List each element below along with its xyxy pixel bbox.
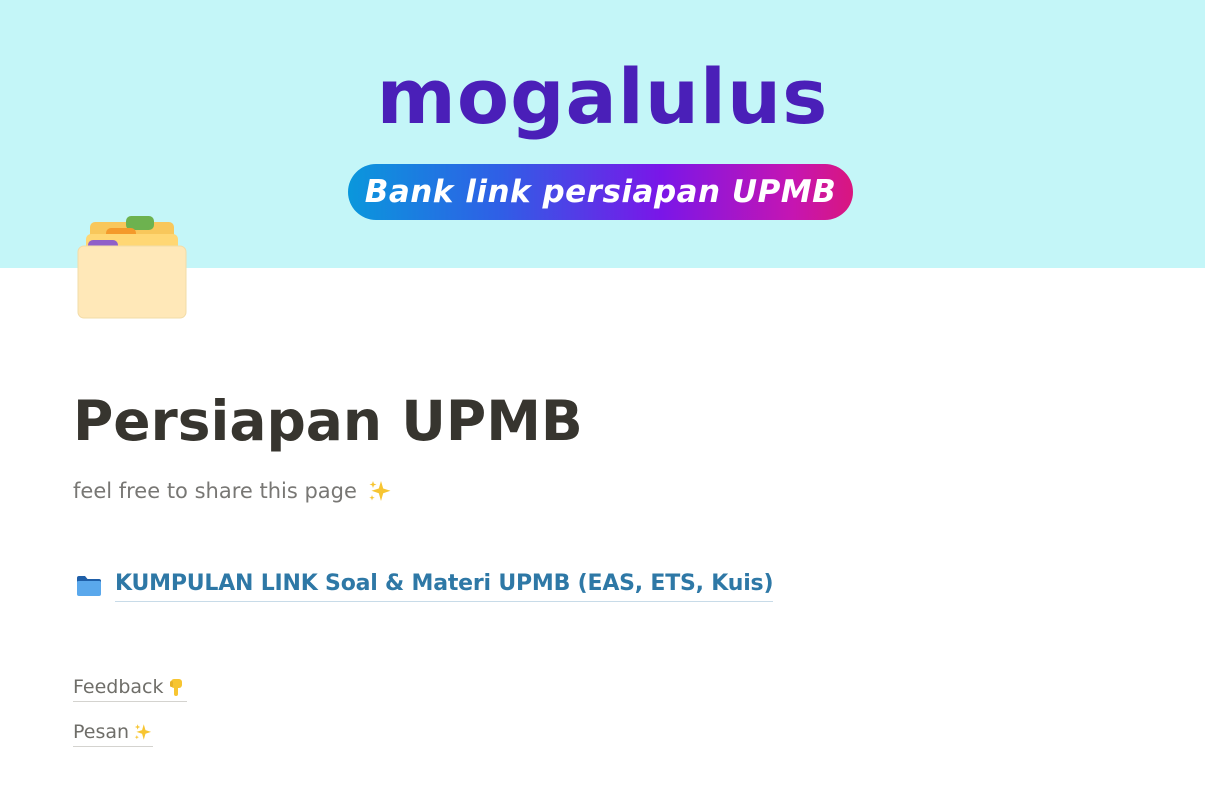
cover-brand-title: mogalulus <box>376 52 829 141</box>
pesan-label[interactable]: Pesan <box>73 719 129 745</box>
subtitle-text: feel free to share this page <box>73 479 357 503</box>
cover-tagline-text: Bank link persiapan UPMB <box>364 174 837 210</box>
feedback-label[interactable]: Feedback <box>73 674 163 700</box>
page-subtitle: feel free to share this page <box>73 476 393 506</box>
sparkles-icon <box>369 481 391 501</box>
feedback-link[interactable]: Feedback <box>73 674 188 702</box>
folder-icon <box>77 576 101 596</box>
kumpulan-link-label[interactable]: KUMPULAN LINK Soal & Materi UPMB (EAS, E… <box>115 568 774 602</box>
pesan-link[interactable]: Pesan <box>73 719 154 747</box>
pointing-down-icon <box>170 679 183 696</box>
sparkles-icon <box>134 724 152 740</box>
kumpulan-link-page-link[interactable]: KUMPULAN LINK Soal & Materi UPMB (EAS, E… <box>75 568 774 602</box>
page-title: Persiapan UPMB <box>73 389 583 453</box>
card-index-dividers-icon[interactable] <box>76 212 188 320</box>
cover-tagline-pill: Bank link persiapan UPMB <box>348 164 853 220</box>
